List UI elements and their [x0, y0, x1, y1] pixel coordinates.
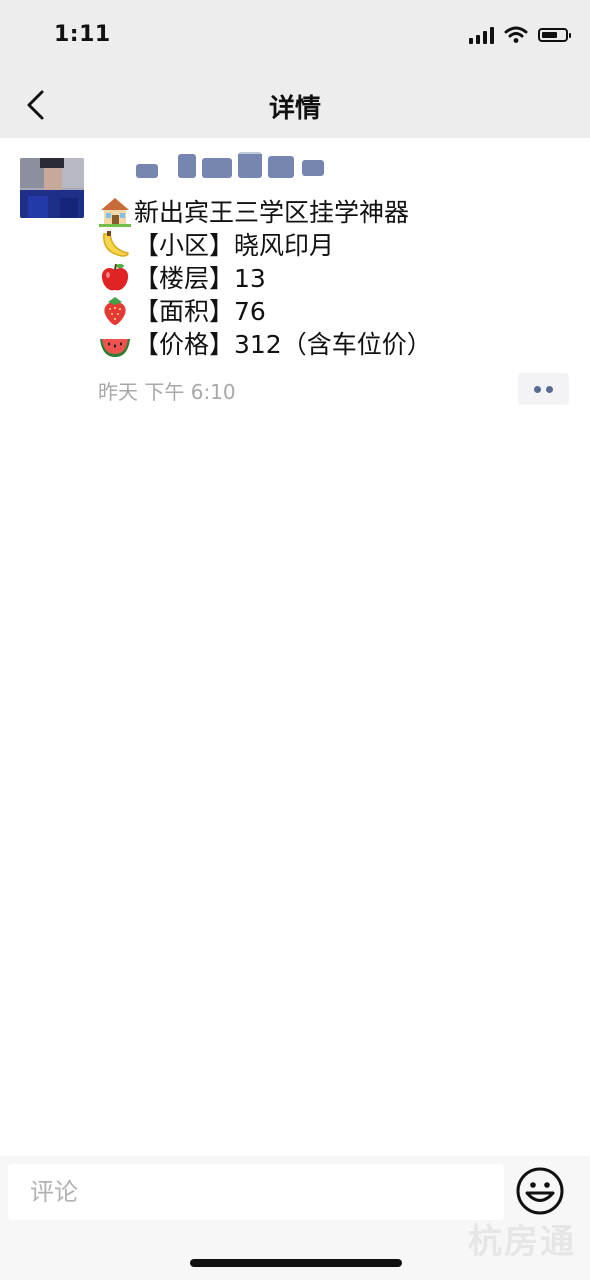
house-icon — [99, 197, 131, 227]
more-actions-button[interactable] — [518, 373, 569, 405]
signal-icon — [469, 26, 494, 44]
top-bar: 1:11 详情 — [0, 0, 590, 138]
post-content: 新出宾王三学区挂学神器 【小区】晓风印月 【楼层】13 【面积】76 【价格】3… — [98, 194, 568, 359]
avatar[interactable] — [20, 158, 84, 218]
blurred-username[interactable] — [132, 146, 332, 182]
home-indicator — [190, 1259, 402, 1267]
status-icons — [469, 26, 571, 44]
comment-input[interactable]: 评论 — [8, 1164, 504, 1220]
watermelon-icon — [100, 338, 130, 357]
status-time: 1:11 — [54, 22, 111, 47]
post-line-text: 【小区】晓风印月 — [134, 230, 335, 260]
wifi-icon — [504, 26, 528, 43]
post-line-text: 【楼层】13 — [134, 263, 266, 293]
page-title: 详情 — [268, 94, 321, 124]
post-line-text: 【面积】76 — [134, 296, 266, 326]
post-line-text: 【价格】312（含车位价） — [134, 329, 432, 359]
post-line-1: 新出宾王三学区挂学神器 — [98, 194, 568, 227]
post-line-text: 新出宾王三学区挂学神器 — [134, 197, 410, 227]
battery-icon — [538, 28, 571, 42]
watermark-text: 杭房通 — [468, 1222, 576, 1262]
post-time: 昨天 下午 6:10 — [98, 380, 236, 404]
smiley-face-icon[interactable] — [515, 1166, 565, 1216]
strawberry-icon — [104, 296, 126, 325]
banana-icon — [103, 230, 129, 257]
apple-icon — [101, 263, 129, 290]
post-line-4: 【面积】76 — [98, 293, 568, 326]
post-line-2: 【小区】晓风印月 — [98, 227, 568, 260]
post-line-5: 【价格】312（含车位价） — [98, 326, 568, 359]
post-line-3: 【楼层】13 — [98, 260, 568, 293]
